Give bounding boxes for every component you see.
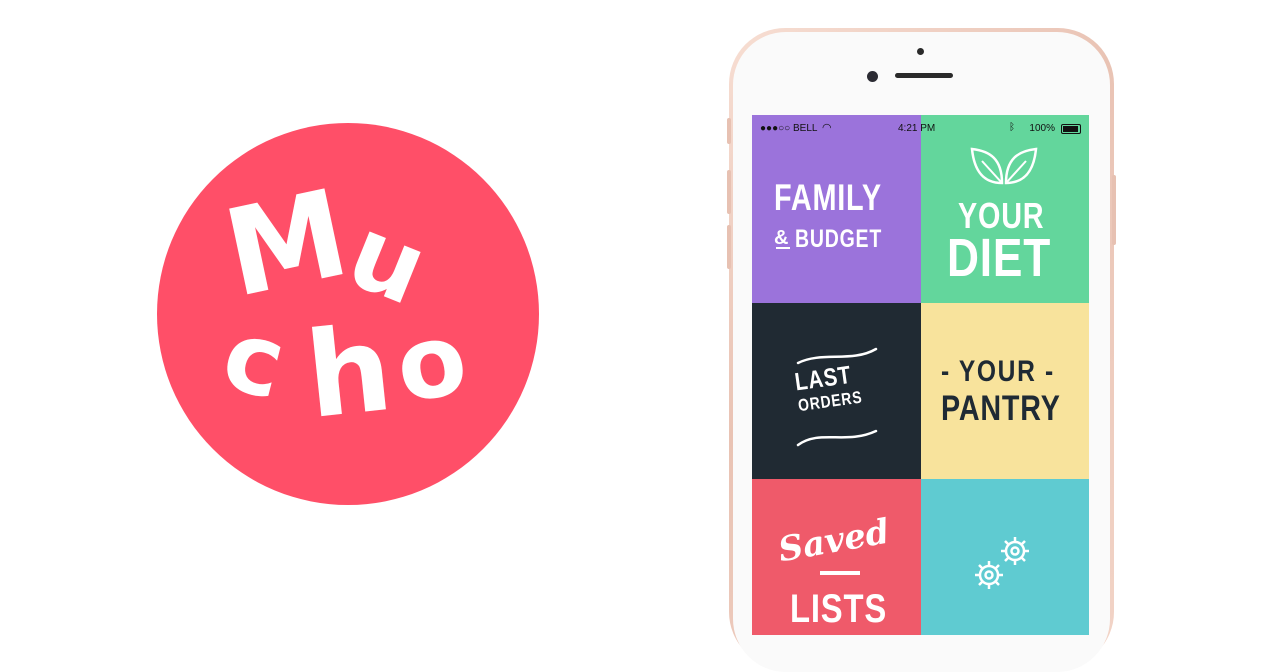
tile-pantry-label: PANTRY	[941, 389, 1061, 428]
tile-your-diet[interactable]: YOUR DIET	[921, 115, 1089, 303]
front-camera	[867, 71, 878, 82]
bluetooth-icon: ᛒ	[1009, 122, 1015, 133]
leaf-icon	[970, 147, 1038, 185]
tile-settings[interactable]	[921, 479, 1089, 635]
swoosh-bottom-decoration	[796, 429, 878, 447]
status-time: 4:21 PM	[898, 123, 936, 134]
mucho-logo: M u c h o	[157, 123, 539, 505]
divider-dash	[820, 571, 860, 575]
app-screen: FAMILY & BUDGET YOUR DIET LAST ORDERS - …	[752, 115, 1089, 635]
power-button	[1112, 175, 1116, 245]
battery-icon	[1061, 124, 1081, 134]
last-orders-lockup: LAST ORDERS	[793, 358, 878, 416]
tile-saved-label: Saved	[775, 511, 893, 571]
volume-down-button	[727, 225, 731, 269]
carrier-signal: ●●●○○ BELL	[760, 123, 818, 134]
mute-switch	[727, 118, 731, 144]
tile-family-label: FAMILY	[774, 177, 882, 218]
proximity-sensor	[917, 48, 924, 55]
logo-letter-h: h	[300, 298, 398, 446]
volume-up-button	[727, 170, 731, 214]
tile-family-budget[interactable]: FAMILY & BUDGET	[752, 115, 921, 303]
earpiece-speaker	[895, 73, 953, 78]
tile-saved-lists[interactable]: Saved LISTS	[752, 479, 921, 635]
gears-icon	[975, 537, 1029, 589]
status-bar: ●●●○○ BELL ◠ 4:21 PM ᛒ 100%	[752, 115, 1089, 142]
logo-letter-c: c	[212, 297, 297, 423]
logo-letter-o: o	[387, 298, 476, 427]
tile-your-pantry[interactable]: - YOUR - PANTRY	[921, 303, 1089, 479]
tile-diet-label: DIET	[947, 228, 1052, 288]
tile-budget-label: BUDGET	[795, 225, 883, 253]
tile-your-pantry-label: - YOUR -	[941, 355, 1055, 388]
battery-percent: 100%	[1029, 123, 1055, 134]
ampersand-underline	[776, 247, 790, 249]
wifi-icon: ◠	[822, 122, 832, 134]
tile-last-orders[interactable]: LAST ORDERS	[752, 303, 921, 479]
tile-lists-label: LISTS	[790, 587, 888, 631]
